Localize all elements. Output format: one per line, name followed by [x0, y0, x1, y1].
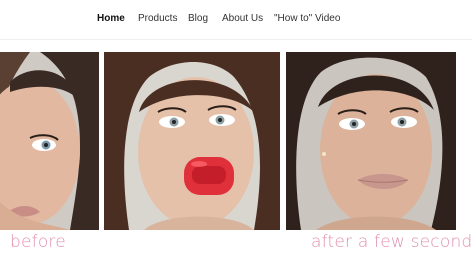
before-after-gallery	[0, 52, 472, 230]
caption-before: before	[10, 232, 66, 252]
photo-after	[286, 52, 456, 230]
photo-before	[0, 52, 99, 230]
nav-products[interactable]: Products	[138, 13, 177, 24]
nav-about-us[interactable]: About Us	[222, 13, 263, 24]
photo-during	[104, 52, 280, 230]
nav-home[interactable]: Home	[97, 13, 125, 24]
caption-after: after a few seconds	[311, 232, 472, 252]
main-nav: Home Products Blog About Us "How to" Vid…	[0, 0, 472, 40]
nav-how-to-video[interactable]: "How to" Video	[274, 13, 340, 24]
nav-blog[interactable]: Blog	[188, 13, 208, 24]
